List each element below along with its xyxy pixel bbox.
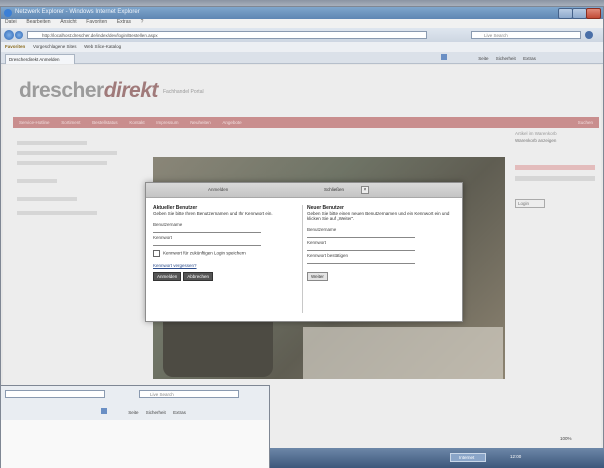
dialog-close-label[interactable]: Schließen (324, 187, 344, 192)
system-tray-clock: 12:00 (510, 454, 522, 459)
site-logo[interactable]: drescherdirekt (19, 79, 158, 103)
taskbar-internet[interactable]: Internet (450, 453, 486, 462)
command-bar: Seite Sicherheit Extras (441, 54, 601, 61)
home-icon[interactable] (101, 408, 107, 414)
cart-bar (515, 165, 595, 170)
maximize-button[interactable] (572, 8, 587, 19)
back-icon[interactable] (4, 30, 14, 40)
forgot-password-link[interactable]: Kennwort vergessen? (153, 263, 303, 268)
command-security[interactable]: Sicherheit (496, 56, 516, 61)
favorites-button[interactable]: Favoriten (5, 44, 25, 49)
second-command-bar: Seite Sicherheit Extras (101, 408, 186, 415)
remember-label: Kennwort für zukünftigen Login speichern (163, 250, 246, 256)
cart-link[interactable]: Warenkorb anzeigen (515, 138, 595, 143)
second-browser-window: Live Search Seite Sicherheit Extras (0, 385, 270, 468)
username-field[interactable] (153, 227, 261, 233)
nav-item[interactable]: Sortiment (61, 120, 80, 125)
command-security[interactable]: Sicherheit (146, 410, 166, 415)
login-dialog: Anmelden Schließen × Aktueller Benutzer … (145, 182, 463, 322)
tab-row: Drescherdirekt Anmelden Seite Sicherheit… (1, 52, 603, 64)
login-button[interactable]: Login (515, 199, 545, 208)
search-input[interactable]: Live Search (471, 31, 581, 39)
left-sidebar (17, 135, 127, 221)
new-user-column: Neuer Benutzer Geben Sie bitte einen neu… (302, 205, 457, 313)
menu-edit[interactable]: Bearbeiten (26, 19, 50, 25)
command-page[interactable]: Seite (478, 56, 488, 61)
fav-item-suggested[interactable]: Vorgeschlagene Sites (33, 44, 77, 49)
sidebar-line (17, 211, 97, 215)
hero-desk (303, 327, 503, 379)
password-field[interactable] (153, 240, 261, 246)
ie-icon (4, 9, 12, 17)
title-bar: Netzwerk Explorer - Windows Internet Exp… (1, 7, 603, 19)
second-search-input[interactable]: Live Search (139, 390, 239, 398)
dialog-tab-login[interactable]: Anmelden (208, 187, 228, 192)
nav-item[interactable]: Bestellstatus (92, 120, 118, 125)
sidebar-line (17, 151, 117, 155)
sidebar-line (17, 179, 57, 183)
menu-help[interactable]: ? (141, 19, 144, 25)
cart-title: Artikel im Warenkorb (515, 131, 557, 136)
existing-user-column: Aktueller Benutzer Geben Sie bitte Ihren… (153, 205, 303, 281)
nav-item[interactable]: Kontakt (129, 120, 144, 125)
nav-item[interactable]: Service-Hotline (19, 120, 50, 125)
address-row: http://localhost:drescher.de/index/dev/l… (1, 28, 603, 42)
second-window-content (1, 420, 269, 468)
minimize-button[interactable] (558, 8, 573, 19)
taskbar: Internet 12:00 (270, 448, 604, 468)
search-icon[interactable] (585, 31, 593, 39)
menu-favorites[interactable]: Favoriten (86, 19, 107, 25)
new-user-description: Geben Sie bitte einen neuen Benutzername… (307, 211, 450, 221)
nav-item[interactable]: Impressum (156, 120, 178, 125)
fav-item-webslice[interactable]: Web Slice-Katalog (84, 44, 121, 49)
sidebar-line (17, 161, 107, 165)
sidebar-line (17, 141, 87, 145)
favorites-bar: Favoriten Vorgeschlagene Sites Web Slice… (1, 42, 603, 52)
logo-accent: direkt (103, 79, 159, 102)
login-submit-button[interactable]: Anmelden (153, 272, 182, 281)
second-address-bar[interactable] (5, 390, 105, 398)
remember-row: Kennwort für zukünftigen Login speichern (153, 250, 303, 257)
command-page[interactable]: Seite (128, 410, 138, 415)
nav-item[interactable]: Neuheiten (190, 120, 211, 125)
sidebar-line (17, 197, 77, 201)
next-button[interactable]: Weiter (307, 272, 328, 281)
cancel-button[interactable]: Abbrechen (183, 272, 214, 281)
tab-current[interactable]: Drescherdirekt Anmelden (5, 54, 75, 64)
logo-main: drescher (19, 79, 104, 102)
close-window-button[interactable] (586, 8, 601, 19)
menu-tools[interactable]: Extras (117, 19, 131, 25)
nav-item[interactable]: Angebote (222, 120, 241, 125)
menu-file[interactable]: Datei (5, 19, 17, 25)
main-navigation: Service-Hotline Sortiment Bestellstatus … (13, 117, 599, 128)
right-sidebar: Artikel im Warenkorb Warenkorb anzeigen … (515, 131, 595, 208)
existing-user-description: Geben Sie bitte Ihren Benutzernamen und … (153, 211, 273, 216)
remember-checkbox[interactable] (153, 250, 160, 257)
new-password-field[interactable] (307, 245, 415, 251)
window-title: Netzwerk Explorer - Windows Internet Exp… (15, 9, 140, 15)
menu-view[interactable]: Ansicht (60, 19, 76, 25)
home-icon[interactable] (441, 54, 447, 60)
nav-search[interactable]: Suchen (578, 117, 593, 128)
close-icon[interactable]: × (361, 186, 369, 194)
dialog-header: Anmelden Schließen × (146, 183, 462, 198)
command-tools[interactable]: Extras (523, 56, 536, 61)
logo-subtitle: Fachhandel Portal (163, 89, 204, 95)
forward-icon[interactable] (15, 31, 23, 39)
zoom-level[interactable]: 100% (560, 436, 572, 441)
address-bar[interactable]: http://localhost:drescher.de/index/dev/l… (27, 31, 427, 39)
cart-bar (515, 176, 595, 181)
new-username-field[interactable] (307, 232, 415, 238)
confirm-password-field[interactable] (307, 258, 415, 264)
command-tools[interactable]: Extras (173, 410, 186, 415)
menu-bar: Datei Bearbeiten Ansicht Favoriten Extra… (1, 19, 603, 28)
